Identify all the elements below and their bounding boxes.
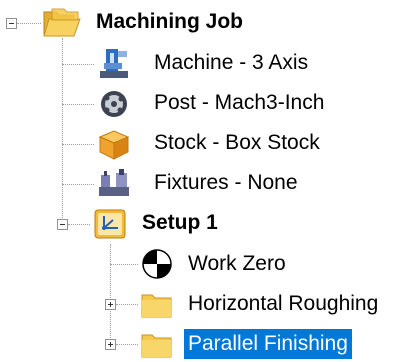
stock-box-icon (98, 130, 130, 160)
post-processor-icon (101, 91, 127, 117)
work-zero-label[interactable]: Work Zero (184, 249, 290, 279)
tree-line-root (62, 38, 63, 226)
fixtures-label[interactable]: Fixtures - None (150, 168, 302, 198)
horizontal-roughing-label[interactable]: Horizontal Roughing (184, 289, 382, 319)
setup-icon (94, 209, 126, 239)
operations-tree: Machining Job Machine - 3 Axis Post - Ma… (0, 0, 409, 362)
machine-icon (100, 49, 128, 78)
folder-icon (141, 334, 172, 358)
tree-line-setup (68, 224, 90, 225)
horizontal-roughing-expander[interactable] (105, 299, 116, 310)
tree-line-work-zero (110, 264, 138, 265)
post-label[interactable]: Post - Mach3-Inch (150, 88, 328, 118)
setup-label[interactable]: Setup 1 (138, 208, 222, 238)
tree-line-machine (62, 64, 94, 65)
tree-line-root-stub (17, 23, 41, 24)
setup-expander[interactable] (57, 219, 68, 230)
tree-line-setup-children (110, 244, 111, 344)
parallel-finishing-expander[interactable] (105, 339, 116, 350)
folder-icon (141, 294, 172, 318)
tree-line-stock (62, 144, 94, 145)
fixtures-clamp-icon (99, 169, 129, 196)
machine-label[interactable]: Machine - 3 Axis (150, 48, 312, 78)
root-label[interactable]: Machining Job (92, 7, 247, 37)
tree-line-parallel-finishing (116, 344, 138, 345)
stock-label[interactable]: Stock - Box Stock (150, 128, 324, 158)
parallel-finishing-label[interactable]: Parallel Finishing (184, 329, 352, 359)
tree-line-fixtures (62, 184, 94, 185)
tree-line-horizontal-roughing (116, 304, 138, 305)
tree-line-post (62, 104, 94, 105)
work-zero-icon (142, 249, 172, 279)
open-folder-icon (43, 8, 81, 37)
root-expander[interactable] (6, 18, 17, 29)
